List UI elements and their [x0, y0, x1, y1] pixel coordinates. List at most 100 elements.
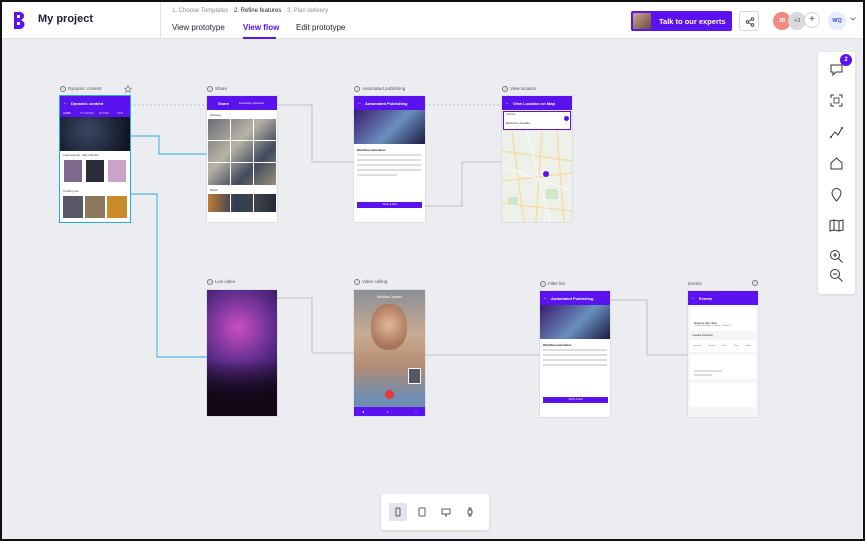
filter-chip[interactable]: Friends — [708, 345, 715, 347]
month-label: March — [210, 188, 218, 192]
verify-add-button[interactable]: Verify & Add — [543, 397, 608, 403]
zoom-out-icon[interactable] — [828, 267, 845, 284]
info-icon[interactable]: i — [752, 280, 758, 286]
photo-grid[interactable] — [208, 119, 276, 185]
mute-icon[interactable]: ▪ — [387, 409, 388, 414]
appbar: ← Events — [688, 291, 758, 305]
end-call-button[interactable] — [385, 390, 394, 399]
thumbnail-image[interactable] — [63, 196, 83, 218]
map-icon[interactable] — [828, 217, 845, 234]
thumbnail-image[interactable] — [85, 196, 105, 218]
event-card[interactable]: Meeting with client Tuesday, 3:00pm - 6:… — [690, 307, 756, 331]
verify-add-button[interactable]: Verify & Add — [357, 202, 422, 208]
address-field[interactable]: Address — [506, 113, 516, 116]
comment-count-badge: 2 — [840, 54, 852, 66]
step-refine-features[interactable]: 2. Refine features — [234, 8, 281, 14]
thumbnail-image[interactable] — [107, 196, 127, 218]
thumbnail-image[interactable] — [64, 160, 82, 182]
event-card[interactable] — [690, 355, 756, 379]
filter-chip[interactable]: Price — [734, 345, 739, 347]
screen-share[interactable]: Share Currently selected February March — [207, 96, 277, 222]
screen-video-calling[interactable]: Nicholas Cayman ◂ ▪ ⋮ — [354, 290, 425, 416]
app-window: My project 1. Choose Templates 2. Refine… — [0, 0, 865, 541]
placeholder-line — [357, 164, 421, 166]
month-label: February — [210, 113, 222, 117]
hero-image — [354, 110, 425, 144]
share-button[interactable] — [739, 11, 759, 31]
builder-logo-icon[interactable] — [13, 11, 27, 29]
photo-grid[interactable] — [208, 194, 276, 212]
tab-home[interactable]: HOME — [63, 112, 71, 115]
thumbnail-image[interactable] — [86, 160, 104, 182]
map-view[interactable] — [502, 131, 572, 222]
location-search-panel[interactable]: Address Melbourne, Australia — [503, 111, 571, 130]
device-watch-button[interactable] — [461, 503, 479, 521]
node-label-view-location: i View location — [502, 86, 536, 92]
step-choose-templates[interactable]: 1. Choose Templates — [172, 8, 228, 14]
header-divider — [160, 2, 161, 39]
placeholder-line — [694, 374, 712, 376]
placeholder-line — [543, 354, 607, 356]
star-icon[interactable] — [124, 85, 132, 93]
more-icon[interactable]: ⋮ — [414, 409, 418, 414]
flow-path-icon[interactable] — [828, 124, 845, 141]
tablet-icon — [418, 507, 426, 517]
event-card[interactable] — [690, 383, 756, 407]
screen-live-video[interactable] — [207, 290, 277, 416]
user-avatar[interactable]: WQ — [828, 12, 846, 30]
locate-icon[interactable] — [564, 116, 569, 121]
info-icon[interactable]: i — [502, 86, 508, 92]
node-label-events: Events — [688, 281, 702, 286]
placeholder-line — [357, 169, 421, 171]
talk-to-experts-button[interactable]: Talk to our experts — [631, 11, 732, 31]
project-title[interactable]: My project — [38, 13, 93, 25]
fit-screen-icon[interactable] — [828, 92, 845, 109]
tab-tv-shows[interactable]: TV SHOWS — [80, 112, 94, 115]
filter-chip[interactable]: Date — [722, 345, 727, 347]
filter-chip[interactable]: Location — [693, 345, 701, 347]
zoom-in-icon[interactable] — [828, 248, 845, 265]
tab-kids[interactable]: KIDS — [117, 112, 123, 115]
device-phone-button[interactable] — [389, 503, 407, 521]
node-label-filter-list: i Filter list — [540, 281, 565, 287]
screen-automated-publishing[interactable]: ← Automated Publishing Workflow automatio… — [354, 96, 425, 222]
thumbnail-image[interactable] — [108, 160, 126, 182]
info-icon[interactable]: i — [207, 279, 213, 285]
placeholder-line — [357, 154, 421, 156]
tab-edit-prototype[interactable]: Edit prototype — [296, 23, 345, 32]
step-plan-delivery[interactable]: 3. Plan delivery — [287, 8, 328, 14]
crowd-silhouette — [207, 360, 277, 416]
chevron-down-icon[interactable] — [850, 17, 856, 21]
location-field[interactable]: Melbourne, Australia — [506, 122, 530, 125]
info-icon[interactable]: i — [60, 86, 66, 92]
placeholder-line — [543, 349, 607, 351]
filter-chip[interactable]: Music — [746, 345, 752, 347]
device-desktop-button[interactable] — [437, 503, 455, 521]
filter-chips[interactable]: Location Friends Date Price Music — [690, 340, 756, 352]
appbar: ← Automated Publishing — [540, 291, 610, 305]
info-icon[interactable]: i — [540, 281, 546, 287]
tab-movies[interactable]: MOVIES — [99, 112, 109, 115]
section-title: Trending now — [63, 190, 79, 193]
tab-view-prototype[interactable]: View prototype — [172, 23, 225, 32]
share-icon — [745, 17, 755, 27]
home-icon[interactable] — [828, 155, 845, 172]
location-pin-icon[interactable] — [828, 186, 845, 203]
self-view[interactable] — [408, 368, 421, 384]
screen-events[interactable]: ← Events Meeting with client Tuesday, 3:0… — [688, 291, 758, 417]
speaker-icon[interactable]: ◂ — [362, 409, 364, 414]
appbar: ← Dynamic content — [60, 96, 130, 110]
flow-canvas[interactable]: i Dynamic content ← Dynamic content HOME T… — [2, 40, 863, 539]
screen-dynamic-content[interactable]: ← Dynamic content HOME TV SHOWS MOVIES KI… — [60, 96, 130, 222]
screen-view-location[interactable]: ← View Location on Map Address Melbourne,… — [502, 96, 572, 222]
placeholder-line — [694, 370, 722, 372]
tab-view-flow[interactable]: View flow — [243, 23, 279, 32]
device-tablet-button[interactable] — [413, 503, 431, 521]
info-icon[interactable]: i — [354, 279, 360, 285]
canvas-toolbar — [818, 52, 855, 294]
add-collaborator-button[interactable]: + — [804, 12, 820, 28]
screen-filter-list[interactable]: ← Automated Publishing Workflow automatio… — [540, 291, 610, 417]
info-icon[interactable]: i — [207, 86, 213, 92]
node-label-automated-publishing: i Automated publishing — [354, 86, 405, 92]
info-icon[interactable]: i — [354, 86, 360, 92]
